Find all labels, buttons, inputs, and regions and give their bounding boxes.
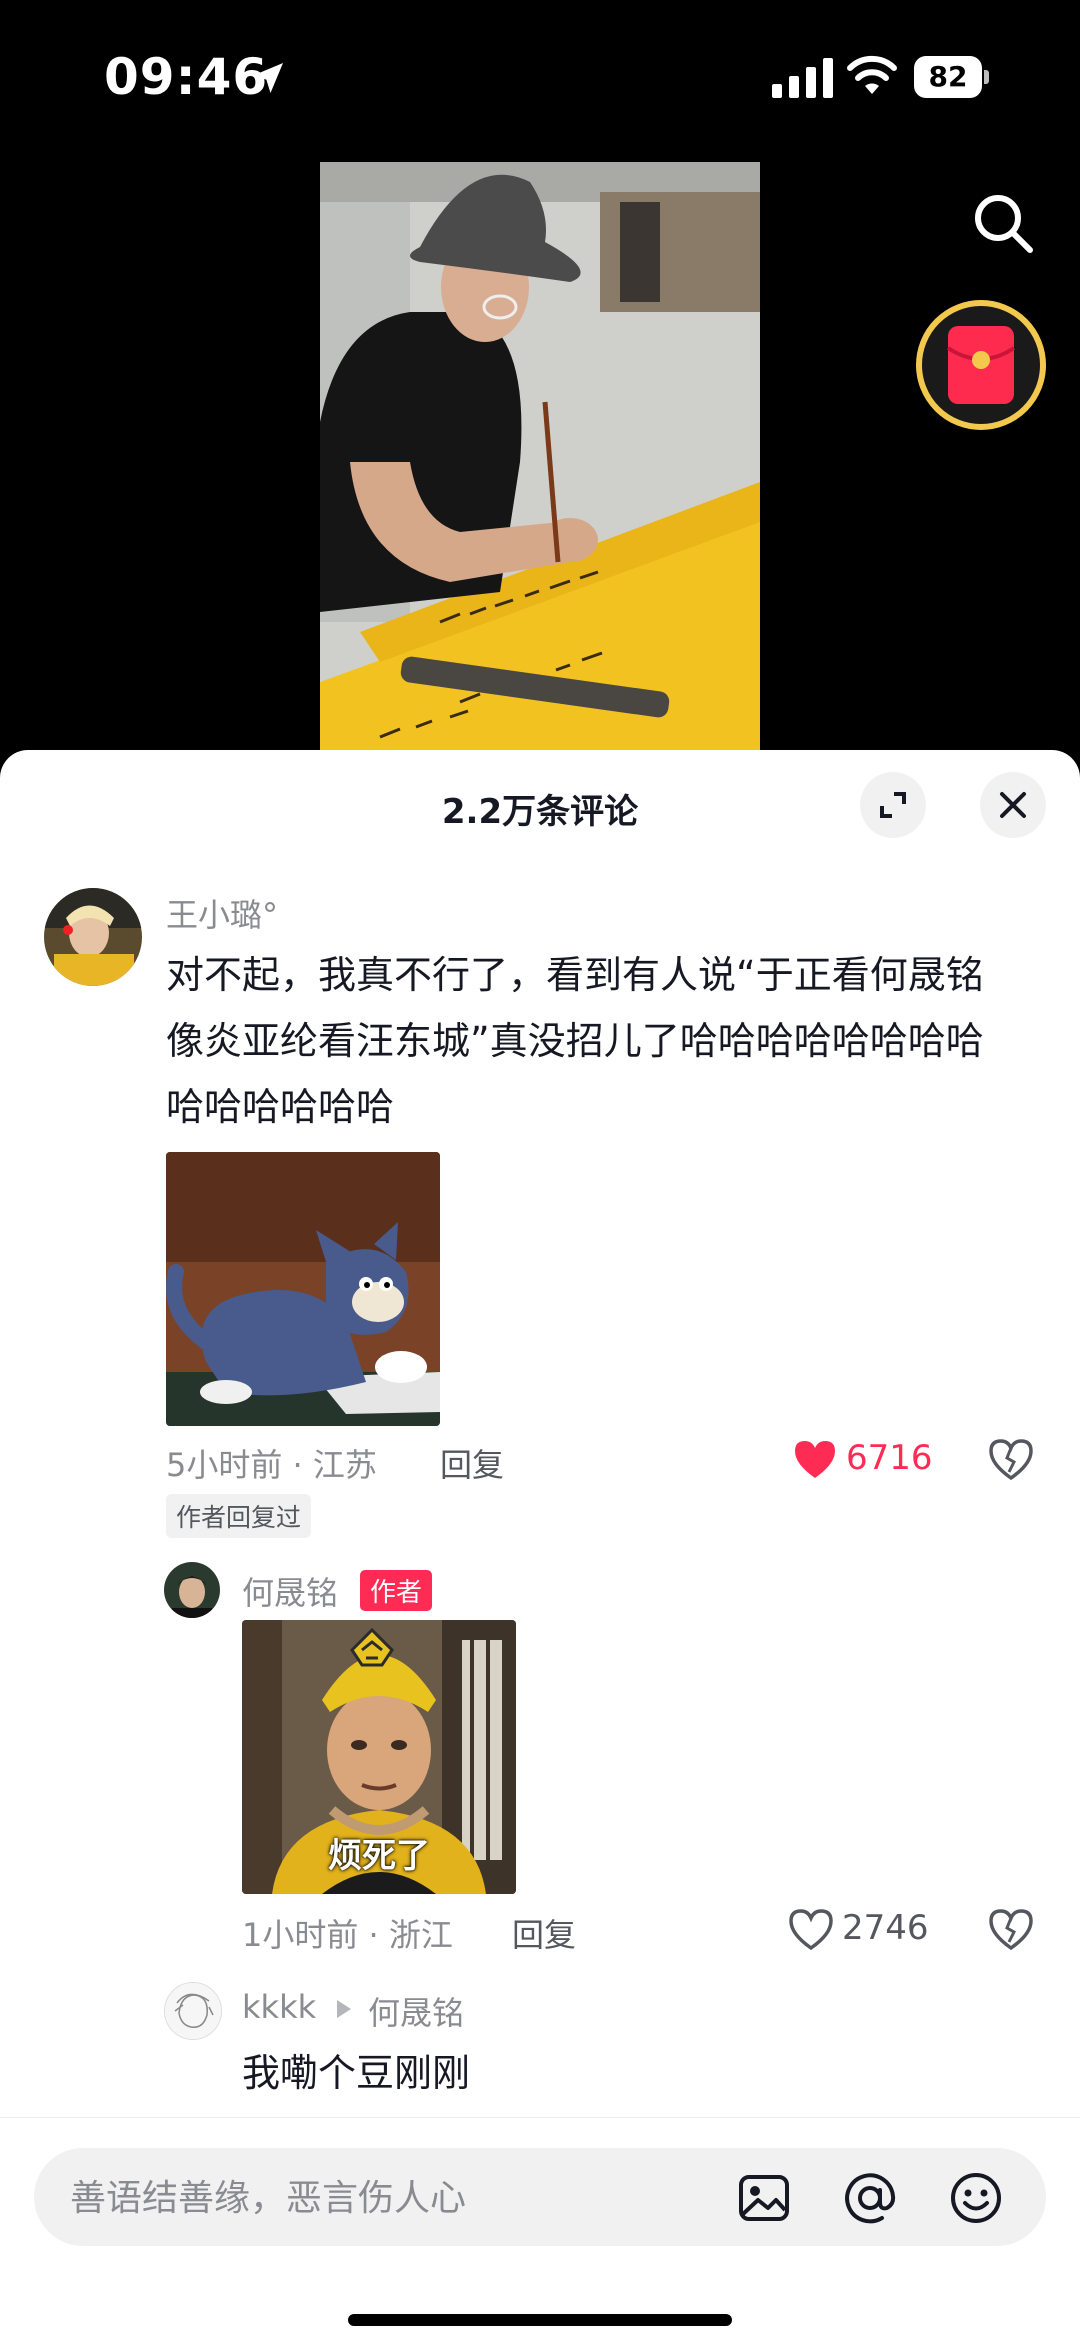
battery-level: 82	[914, 56, 982, 98]
reply-username[interactable]: kkkk	[242, 1988, 316, 2026]
author-replied-tag: 作者回复过	[166, 1494, 312, 1538]
close-button[interactable]	[980, 772, 1046, 838]
expand-button[interactable]	[860, 772, 926, 838]
avatar-image	[165, 1983, 221, 2039]
dislike-icon[interactable]	[988, 1908, 1034, 1952]
like-count: 6716	[846, 1438, 933, 1478]
avatar[interactable]	[164, 1562, 220, 1618]
reply-arrow-icon	[337, 2000, 351, 2018]
comment-input[interactable]	[68, 2148, 752, 2248]
reply-sticker-image[interactable]: 烦死了	[242, 1620, 516, 1894]
image-icon[interactable]	[736, 2170, 792, 2226]
video-preview[interactable]	[320, 162, 760, 750]
like-count: 2746	[842, 1908, 929, 1948]
mention-icon[interactable]	[842, 2170, 898, 2226]
comment-sticker-image[interactable]	[166, 1152, 440, 1426]
like-button[interactable]: 2746	[788, 1904, 938, 1954]
emoji-icon[interactable]	[948, 2170, 1004, 2226]
heart-filled-icon	[795, 1441, 835, 1478]
avatar[interactable]	[44, 888, 142, 986]
status-time: 09:46	[104, 48, 269, 106]
cartoon-cat-sticker	[166, 1152, 440, 1426]
search-icon[interactable]	[970, 190, 1036, 256]
battery-indicator: 82	[914, 56, 989, 100]
comment-time-location: 5小时前 · 江苏	[166, 1446, 377, 1484]
home-indicator	[348, 2314, 732, 2326]
reply-text: 我嘞个豆刚刚	[242, 2051, 471, 2095]
avatar-image	[44, 888, 142, 986]
comment-text-line-1: 对不起，我真不行了，看到有人说“于正看何晟铭	[166, 953, 984, 997]
comment-username[interactable]: 王小璐°	[166, 890, 278, 936]
close-icon	[1000, 792, 1026, 818]
comment-text-line-2: 像炎亚纶看汪东城”真没招儿了哈哈哈哈哈哈哈哈	[166, 1019, 984, 1063]
reply-target-username[interactable]: 何晟铭	[368, 1988, 464, 2034]
wifi-icon	[847, 55, 897, 94]
reply-time-location: 1小时前 · 浙江	[242, 1916, 453, 1954]
avatar[interactable]	[164, 1982, 222, 2040]
location-arrow-icon	[253, 63, 283, 93]
status-bar: 09:46 82	[0, 0, 1080, 160]
comment-input-bar	[0, 2117, 1080, 2341]
comments-sheet: 2.2万条评论 王小璐° 对不起，我真不行了，看到有人说“于正看何晟铭 像炎亚纶…	[0, 750, 1080, 2341]
expand-icon	[880, 792, 906, 818]
heart-outline-icon	[789, 1909, 833, 1950]
video-frame-image	[320, 162, 760, 750]
comment-input-container	[34, 2148, 1046, 2248]
reply-button[interactable]: 回复	[440, 1440, 504, 1486]
reply-button[interactable]: 回复	[512, 1910, 576, 1956]
dislike-icon[interactable]	[988, 1438, 1034, 1482]
avatar-image	[164, 1562, 220, 1618]
red-packet-icon[interactable]	[912, 296, 1050, 434]
reply-username[interactable]: 何晟铭	[242, 1568, 338, 1614]
like-button[interactable]: 6716	[792, 1434, 942, 1484]
cellular-signal-icon	[772, 58, 833, 98]
sticker-caption: 烦死了	[328, 1836, 430, 1876]
comment-text-line-3: 哈哈哈哈哈哈	[166, 1085, 395, 1129]
author-badge: 作者	[360, 1570, 433, 1611]
